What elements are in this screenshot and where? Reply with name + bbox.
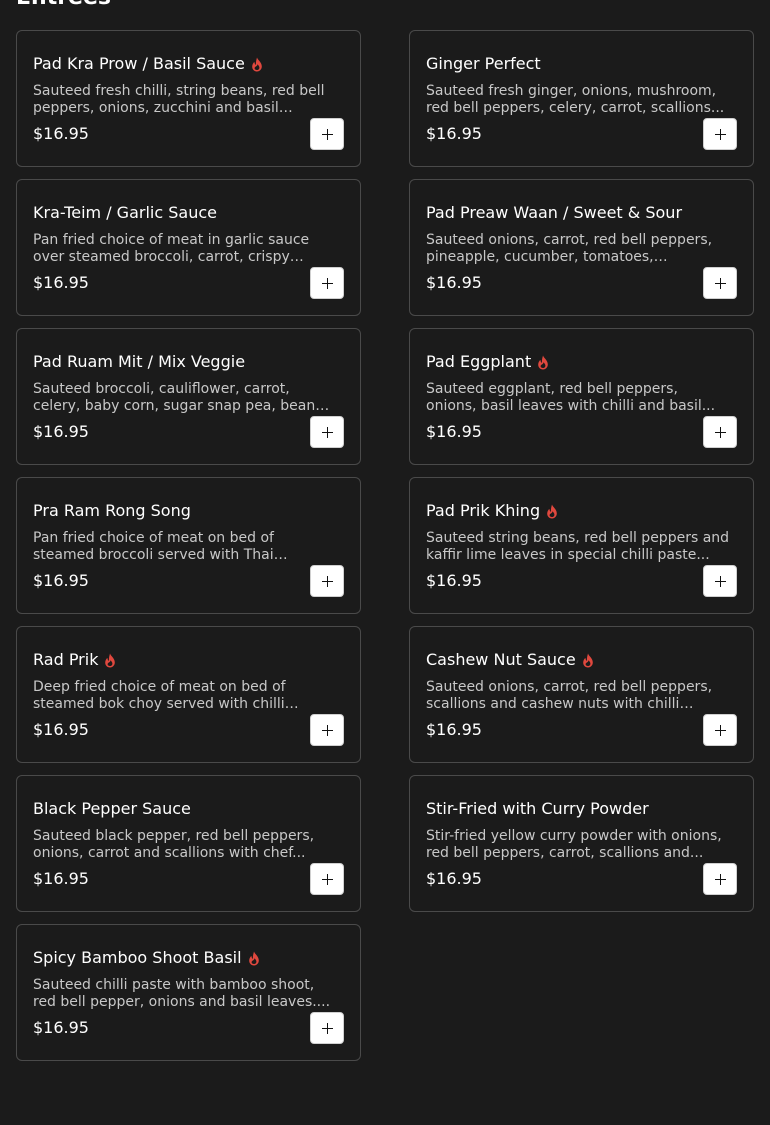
flame-icon	[104, 653, 116, 668]
plus-icon	[714, 426, 726, 438]
menu-item-description: Sauteed onions, carrot, red bell peppers…	[426, 232, 713, 265]
menu-item-name: Pra Ram Rong Song	[33, 501, 191, 520]
menu-item-description: Sauteed onions, carrot, red bell peppers…	[426, 679, 713, 712]
menu-item-title: Kra-Teim / Garlic Sauce	[33, 202, 217, 224]
menu-item-title: Pad Prik Khing	[426, 500, 558, 522]
menu-item-card[interactable]: Ginger Perfect Sauteed fresh ginger, oni…	[409, 30, 754, 167]
menu-item-price: $16.95	[33, 124, 89, 143]
menu-item-card[interactable]: Black Pepper Sauce Sauteed black pepper,…	[16, 775, 361, 912]
add-to-cart-button[interactable]	[310, 714, 344, 746]
menu-item-card[interactable]: Pad Prik Khing Sauteed string beans, red…	[409, 477, 754, 614]
menu-item-price: $16.95	[426, 571, 482, 590]
menu-item-name: Ginger Perfect	[426, 54, 541, 73]
menu-item-name: Cashew Nut Sauce	[426, 650, 576, 669]
menu-item-title: Spicy Bamboo Shoot Basil	[33, 947, 260, 969]
plus-icon	[321, 277, 333, 289]
menu-item-title: Black Pepper Sauce	[33, 798, 191, 820]
add-to-cart-button[interactable]	[310, 565, 344, 597]
menu-item-price: $16.95	[33, 422, 89, 441]
menu-item-price: $16.95	[33, 720, 89, 739]
menu-item-price: $16.95	[33, 571, 89, 590]
menu-item-card[interactable]: Cashew Nut Sauce Sauteed onions, carrot,…	[409, 626, 754, 763]
flame-icon	[582, 653, 594, 668]
menu-item-description: Pan fried choice of meat on bed of steam…	[33, 530, 274, 563]
menu-item-name: Pad Ruam Mit / Mix Veggie	[33, 352, 246, 371]
menu-item-name: Black Pepper Sauce	[33, 799, 191, 818]
menu-item-description: Deep fried choice of meat on bed of stea…	[33, 679, 286, 712]
menu-item-card[interactable]: Rad Prik Deep fried choice of meat on be…	[16, 626, 361, 763]
add-to-cart-button[interactable]	[310, 416, 344, 448]
menu-item-description: Sauteed broccoli, cauliflower, carrot, c…	[33, 381, 316, 414]
menu-item-price: $16.95	[33, 273, 89, 292]
menu-item-description: Sauteed fresh chilli, string beans, red …	[33, 83, 325, 116]
flame-icon	[248, 951, 260, 966]
menu-item-name: Pad Preaw Waan / Sweet & Sour	[426, 203, 683, 222]
plus-icon	[714, 277, 726, 289]
add-to-cart-button[interactable]	[310, 863, 344, 895]
plus-icon	[714, 575, 726, 587]
menu-item-name: Spicy Bamboo Shoot Basil	[33, 948, 242, 967]
menu-item-description: Stir-fried yellow curry powder with onio…	[426, 828, 722, 861]
add-to-cart-button[interactable]	[310, 118, 344, 150]
plus-icon	[321, 1022, 333, 1034]
add-to-cart-button[interactable]	[703, 565, 737, 597]
menu-item-title: Ginger Perfect	[426, 53, 541, 75]
menu-item-price: $16.95	[426, 273, 482, 292]
flame-icon	[537, 355, 549, 370]
menu-item-name: Pad Prik Khing	[426, 501, 541, 520]
plus-icon	[714, 724, 726, 736]
add-to-cart-button[interactable]	[310, 267, 344, 299]
menu-item-title: Pad Preaw Waan / Sweet & Sour	[426, 202, 682, 224]
menu-item-title: Pra Ram Rong Song	[33, 500, 191, 522]
add-to-cart-button[interactable]	[310, 1012, 344, 1044]
menu-item-title: Pad Kra Prow / Basil Sauce	[33, 53, 263, 75]
menu-item-card[interactable]: Pad Preaw Waan / Sweet & Sour Sauteed on…	[409, 179, 754, 316]
menu-item-price: $16.95	[426, 422, 482, 441]
menu-grid: Pad Kra Prow / Basil Sauce Sauteed fresh…	[16, 30, 754, 1061]
menu-item-card[interactable]: Kra-Teim / Garlic Sauce Pan fried choice…	[16, 179, 361, 316]
plus-icon	[714, 128, 726, 140]
plus-icon	[321, 575, 333, 587]
menu-item-card[interactable]: Stir-Fried with Curry Powder Stir-fried …	[409, 775, 754, 912]
add-to-cart-button[interactable]	[703, 118, 737, 150]
menu-item-title: Stir-Fried with Curry Powder	[426, 798, 649, 820]
menu-item-card[interactable]: Pad Eggplant Sauteed eggplant, red bell …	[409, 328, 754, 465]
menu-item-card[interactable]: Spicy Bamboo Shoot Basil Sauteed chilli …	[16, 924, 361, 1061]
plus-icon	[321, 128, 333, 140]
menu-item-title: Pad Eggplant	[426, 351, 549, 373]
plus-icon	[714, 873, 726, 885]
menu-item-price: $16.95	[426, 869, 482, 888]
menu-item-description: Sauteed fresh ginger, onions, mushroom, …	[426, 83, 725, 116]
menu-item-description: Sauteed eggplant, red bell peppers, onio…	[426, 381, 716, 414]
add-to-cart-button[interactable]	[703, 267, 737, 299]
menu-item-title: Rad Prik	[33, 649, 116, 671]
menu-item-price: $16.95	[33, 869, 89, 888]
menu-item-description: Pan fried choice of meat in garlic sauce…	[33, 232, 310, 265]
menu-item-title: Pad Ruam Mit / Mix Veggie	[33, 351, 245, 373]
menu-item-name: Pad Eggplant	[426, 352, 532, 371]
menu-item-card[interactable]: Pra Ram Rong Song Pan fried choice of me…	[16, 477, 361, 614]
menu-item-card[interactable]: Pad Kra Prow / Basil Sauce Sauteed fresh…	[16, 30, 361, 167]
add-to-cart-button[interactable]	[703, 714, 737, 746]
add-to-cart-button[interactable]	[703, 416, 737, 448]
flame-icon	[546, 504, 558, 519]
menu-item-description: Sauteed black pepper, red bell peppers, …	[33, 828, 315, 861]
menu-item-name: Pad Kra Prow / Basil Sauce	[33, 54, 245, 73]
plus-icon	[321, 426, 333, 438]
plus-icon	[321, 873, 333, 885]
plus-icon	[321, 724, 333, 736]
menu-item-name: Kra-Teim / Garlic Sauce	[33, 203, 217, 222]
add-to-cart-button[interactable]	[703, 863, 737, 895]
menu-item-name: Rad Prik	[33, 650, 99, 669]
flame-icon	[251, 57, 263, 72]
menu-item-description: Sauteed string beans, red bell peppers a…	[426, 530, 730, 563]
menu-item-description: Sauteed chilli paste with bamboo shoot, …	[33, 977, 331, 1010]
menu-item-card[interactable]: Pad Ruam Mit / Mix Veggie Sauteed brocco…	[16, 328, 361, 465]
menu-item-price: $16.95	[33, 1018, 89, 1037]
menu-item-price: $16.95	[426, 720, 482, 739]
menu-item-price: $16.95	[426, 124, 482, 143]
menu-item-name: Stir-Fried with Curry Powder	[426, 799, 649, 818]
section-title: Entrees	[16, 0, 111, 10]
menu-item-title: Cashew Nut Sauce	[426, 649, 594, 671]
